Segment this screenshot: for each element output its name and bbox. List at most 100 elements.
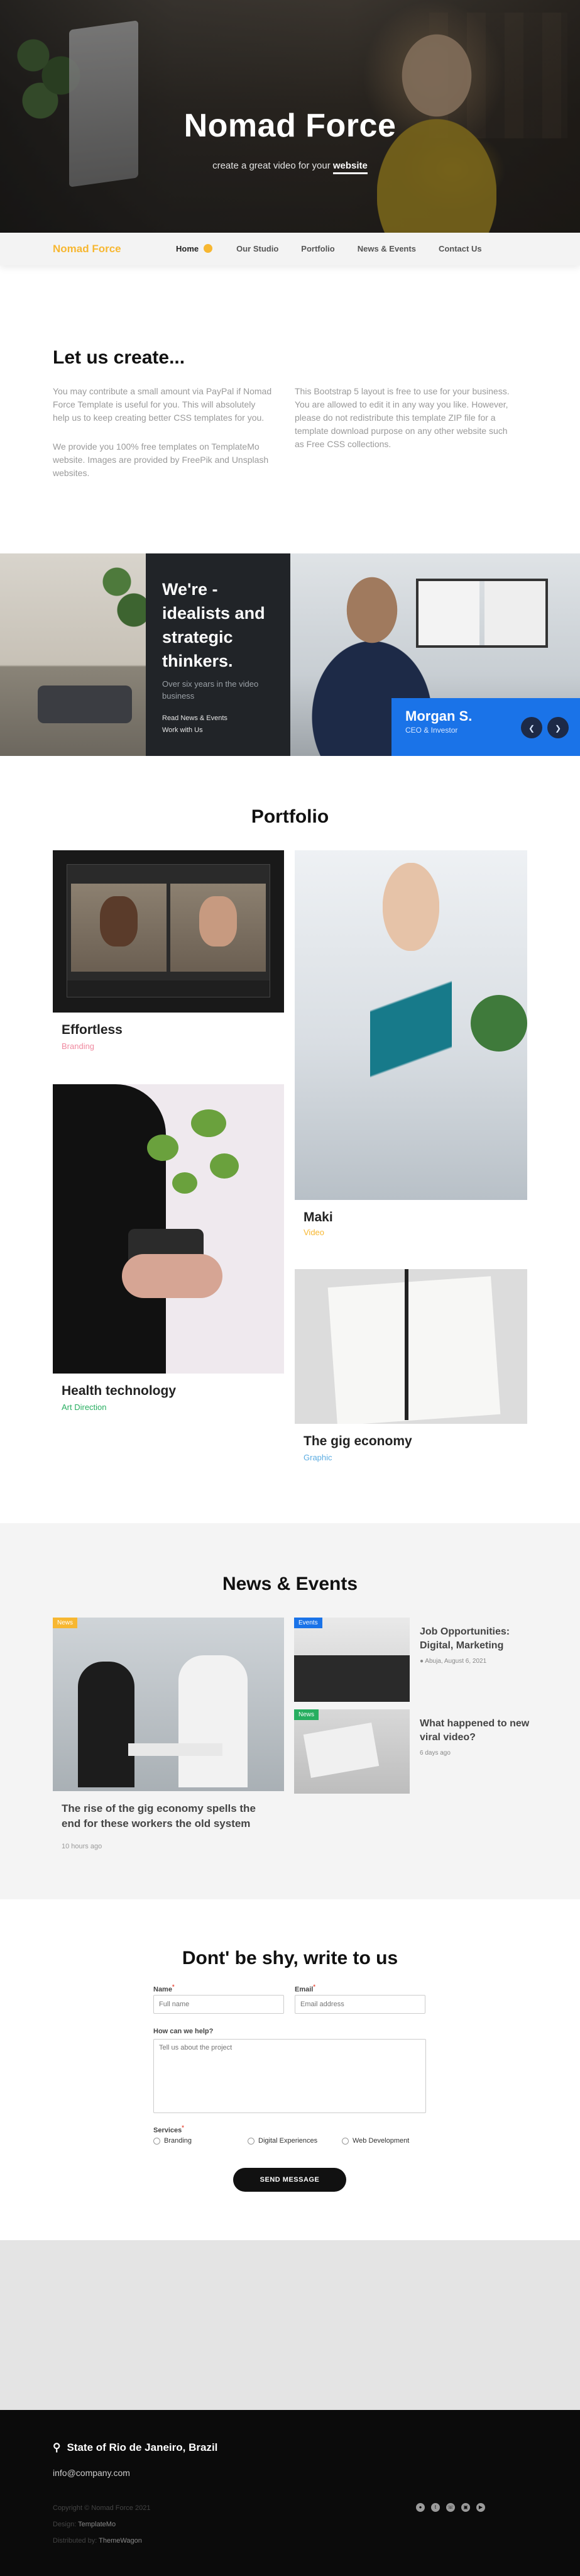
service-option-branding[interactable]: Branding <box>153 2137 192 2145</box>
video-tile-left <box>71 884 167 972</box>
portfolio-image-gig-economy <box>295 1269 527 1424</box>
nav-item-our-studio[interactable]: Our Studio <box>236 244 278 253</box>
hero-subtitle: create a great video for your website <box>0 160 580 174</box>
twitter-icon[interactable]: t <box>431 2503 440 2512</box>
news-side-meta-text: Abuja, August 6, 2021 <box>425 1658 487 1665</box>
nav-item-news-events[interactable]: News & Events <box>358 244 416 253</box>
distribution-link[interactable]: ThemeWagon <box>99 2537 142 2545</box>
services-label-text: Services <box>153 2126 182 2135</box>
news-side-title-1[interactable]: Job Opportunities: Digital, Marketing <box>420 1625 533 1653</box>
map-marker-icon: ● <box>420 1658 424 1665</box>
hero-title: Nomad Force <box>183 108 397 144</box>
portfolio-heading: Portfolio <box>251 806 329 827</box>
about-links: Read News & Events Work with Us <box>162 714 274 734</box>
portfolio-image-health <box>53 1084 284 1374</box>
service-option-label: Digital Experiences <box>258 2137 318 2145</box>
social-links: ● t ☏ ▣ ▶ <box>416 2503 485 2512</box>
news-side-meta-1: ● Abuja, August 6, 2021 <box>420 1658 486 1665</box>
contact-heading: Dont' be shy, write to us <box>182 1948 398 1968</box>
send-message-button[interactable]: SEND MESSAGE <box>233 2168 346 2192</box>
nav-menu: Home Our Studio Portfolio News & Events … <box>176 244 505 253</box>
notebook-ribbon <box>405 1269 408 1420</box>
navbar-brand[interactable]: Nomad Force <box>53 243 121 255</box>
portfolio-item-effortless[interactable]: Effortless Branding <box>53 850 284 1058</box>
name-label: Name* <box>153 1984 175 1994</box>
nav-item-home[interactable]: Home <box>176 244 213 253</box>
instagram-icon[interactable]: ▣ <box>461 2503 470 2512</box>
portfolio-title: Maki <box>304 1210 333 1224</box>
message-textarea[interactable] <box>153 2039 426 2113</box>
office-plant <box>94 553 146 648</box>
news-badge: News <box>53 1618 78 1628</box>
news-side-image-2[interactable]: News <box>294 1709 410 1794</box>
site-footer: ⚲ State of Rio de Janeiro, Brazil info@c… <box>0 2410 580 2576</box>
intro-paragraph-2: We provide you 100% free templates on Te… <box>53 441 269 478</box>
team-member-role: CEO & Investor <box>405 726 458 735</box>
dribbble-icon[interactable]: ● <box>416 2503 425 2512</box>
office-image <box>0 553 146 756</box>
service-option-web-development[interactable]: Web Development <box>342 2137 409 2145</box>
map-area[interactable] <box>0 2240 580 2410</box>
email-input[interactable] <box>295 1995 425 2014</box>
hero-subtitle-text: create a great video for your <box>212 160 331 171</box>
radio-circle-icon <box>248 2137 254 2145</box>
about-heading: We're - idealists and strategic thinkers… <box>162 580 265 670</box>
carousel-next-button[interactable]: ❯ <box>547 717 569 738</box>
portfolio-title: The gig economy <box>304 1434 412 1448</box>
chevron-right-icon: ❯ <box>554 724 562 733</box>
news-section: News & Events News The rise of the gig e… <box>0 1523 580 1899</box>
radio-circle-icon <box>153 2137 160 2145</box>
intro-heading: Let us create... <box>53 347 185 368</box>
video-tile-right <box>170 884 266 972</box>
kitchen-counter <box>294 1655 410 1702</box>
desk <box>128 1743 222 1756</box>
read-news-link[interactable]: Read News & Events <box>162 714 274 722</box>
active-dot-icon <box>204 244 213 253</box>
plant-leaf <box>191 1109 226 1137</box>
email-label: Email* <box>295 1984 315 1994</box>
monitor-screens <box>416 579 548 648</box>
hero-section: Nomad Force create a great video for you… <box>0 0 580 233</box>
work-with-us-link[interactable]: Work with Us <box>162 726 274 734</box>
hero-subtitle-link[interactable]: website <box>332 160 368 174</box>
portfolio-item-maki[interactable]: Maki Video <box>295 850 527 1240</box>
portfolio-item-gig-economy[interactable]: The gig economy Graphic <box>295 1269 527 1470</box>
news-main-image[interactable]: News <box>53 1618 284 1791</box>
design-link[interactable]: TemplateMo <box>78 2521 116 2528</box>
distribution-label: Distributed by: <box>53 2537 97 2545</box>
services-label: Services* <box>153 2124 184 2135</box>
page: Nomad Force create a great video for you… <box>0 0 580 2576</box>
footer-copyright: Copyright © Nomad Force 2021 <box>53 2504 151 2512</box>
woman-figure <box>78 1662 134 1787</box>
map-marker-icon: ⚲ <box>53 2441 61 2453</box>
name-input[interactable] <box>153 1995 284 2014</box>
runner-legs <box>370 945 452 1133</box>
nav-item-contact-us[interactable]: Contact Us <box>439 244 482 253</box>
news-side-image-1[interactable]: Events <box>294 1618 410 1702</box>
main-navbar: Nomad Force Home Our Studio Portfolio Ne… <box>0 233 580 265</box>
whatsapp-icon[interactable]: ☏ <box>446 2503 455 2512</box>
carousel-prev-button[interactable]: ❮ <box>521 717 542 738</box>
name-label-text: Name <box>153 1985 172 1994</box>
portfolio-category: Graphic <box>304 1453 332 1462</box>
about-text: Over six years in the video business <box>162 679 259 701</box>
news-main-time: 10 hours ago <box>62 1843 102 1850</box>
footer-email[interactable]: info@company.com <box>53 2468 130 2478</box>
background-tree <box>471 995 527 1052</box>
email-label-text: Email <box>295 1985 314 1994</box>
youtube-icon[interactable]: ▶ <box>476 2503 485 2512</box>
news-side-title-2[interactable]: What happened to new viral video? <box>420 1717 533 1745</box>
man-figure <box>178 1655 248 1787</box>
portfolio-item-health-technology[interactable]: Health technology Art Direction <box>53 1084 284 1418</box>
footer-address: ⚲ State of Rio de Janeiro, Brazil <box>53 2441 217 2454</box>
holding-hand <box>122 1254 222 1298</box>
events-badge: Events <box>294 1618 322 1628</box>
design-label: Design: <box>53 2521 77 2528</box>
news-side-meta-2: 6 days ago <box>420 1750 451 1757</box>
call-toolbar <box>67 980 270 997</box>
nav-item-portfolio[interactable]: Portfolio <box>301 244 334 253</box>
service-option-digital-experiences[interactable]: Digital Experiences <box>248 2137 317 2145</box>
nav-item-label: Home <box>176 244 199 253</box>
news-main-title[interactable]: The rise of the gig economy spells the e… <box>62 1801 275 1831</box>
plant-leaf <box>210 1153 239 1179</box>
